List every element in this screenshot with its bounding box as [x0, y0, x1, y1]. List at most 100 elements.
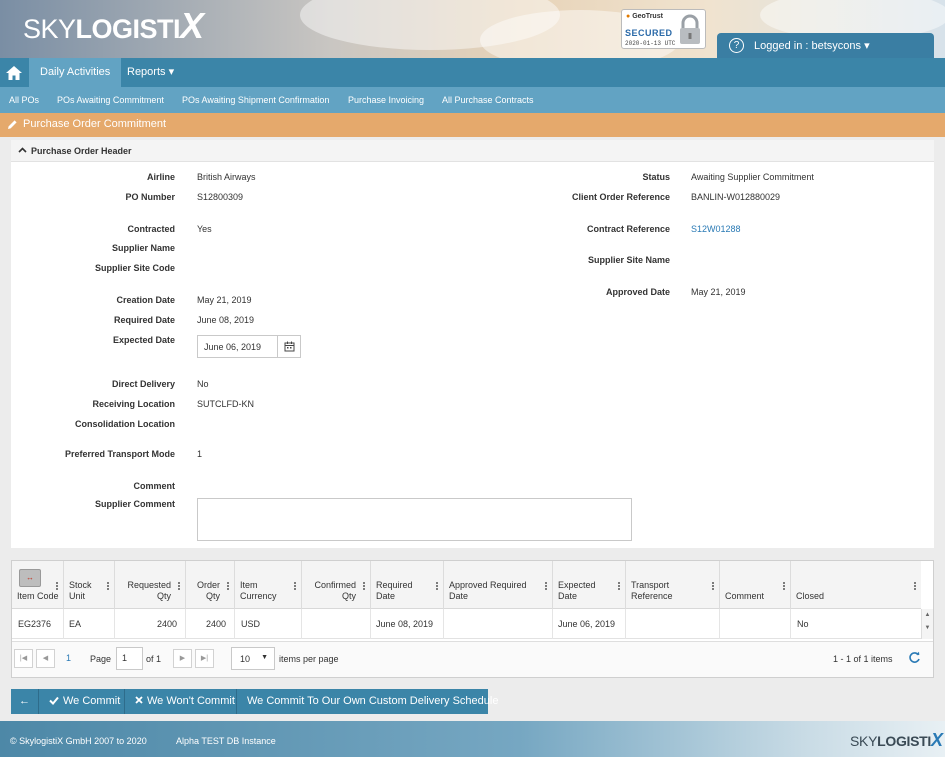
top-banner: SKYLOGISTIX ● GeoTrust SECURED 2020-01-1…: [0, 0, 945, 58]
last-page-button[interactable]: ▶|: [195, 649, 214, 668]
column-menu-icon[interactable]: [436, 581, 438, 591]
help-icon[interactable]: ?: [729, 38, 744, 53]
po-header-panel: Purchase Order Header Airline British Ai…: [11, 140, 934, 548]
environment-label: Alpha TEST DB Instance: [176, 736, 276, 746]
page-title: Purchase Order Commitment: [23, 118, 167, 130]
close-icon: [135, 696, 143, 704]
we-wont-commit-button[interactable]: We Won't Commit: [125, 689, 237, 714]
contract-ref-label: Contract Reference: [586, 224, 670, 234]
pager-summary: 1 - 1 of 1 items: [833, 654, 893, 664]
column-menu-icon[interactable]: [545, 581, 547, 591]
user-menu[interactable]: ? Logged in : betsycons ▾: [717, 33, 934, 58]
column-header-expected-date[interactable]: Expected Date: [553, 561, 626, 609]
direct-delivery-value: No: [197, 379, 209, 389]
prev-page-button[interactable]: ◀: [36, 649, 55, 668]
column-header-required-date[interactable]: Required Date: [371, 561, 444, 609]
page-size-select[interactable]: 10 ▼: [231, 647, 275, 670]
approved-date-value: May 21, 2019: [691, 287, 746, 297]
home-icon: [6, 65, 22, 80]
supplier-site-code-label: Supplier Site Code: [94, 263, 175, 273]
column-header-order-qty[interactable]: Order Qty: [186, 561, 235, 609]
sub-nav: All POs POs Awaiting Commitment POs Awai…: [0, 87, 945, 113]
expected-date-input[interactable]: June 06, 2019: [197, 335, 301, 358]
approved-date-label: Approved Date: [605, 287, 670, 297]
column-menu-icon[interactable]: [107, 581, 109, 591]
nav-daily-activities[interactable]: Daily Activities: [29, 58, 122, 87]
column-header-closed[interactable]: Closed: [791, 561, 921, 609]
grid-header: ↔ Item Code Stock Unit Requested Qty Ord…: [12, 561, 921, 609]
copyright-text: © SkylogistiX GmbH 2007 to 2020: [10, 736, 147, 746]
expected-date-value[interactable]: June 06, 2019: [204, 342, 261, 352]
grid-scrollbar[interactable]: ▲ ▼: [921, 609, 933, 639]
transport-mode-value: 1: [197, 449, 203, 459]
subnav-all-pos[interactable]: All POs: [9, 87, 39, 113]
column-menu-icon[interactable]: [56, 581, 58, 591]
next-page-button[interactable]: ▶: [173, 649, 192, 668]
cell-closed: No: [797, 619, 809, 629]
subnav-pos-awaiting-commitment[interactable]: POs Awaiting Commitment: [57, 87, 164, 113]
items-per-page-label: items per page: [279, 654, 339, 664]
security-seal[interactable]: ● GeoTrust SECURED 2020-01-13 UTC: [621, 9, 706, 49]
client-order-ref-label: Client Order Reference: [571, 192, 670, 202]
section-header: Purchase Order Commitment: [0, 113, 945, 137]
grid-pager: |◀ ◀ 1 Page 1 of 1 ▶ ▶| 10 ▼ items per p…: [12, 641, 933, 677]
cell-requested-qty: 2400: [156, 619, 177, 629]
receiving-location-label: Receiving Location: [92, 399, 175, 409]
expand-columns-button[interactable]: ↔: [19, 569, 41, 587]
subnav-pos-awaiting-shipment[interactable]: POs Awaiting Shipment Confirmation: [182, 87, 329, 113]
column-header-requested-qty[interactable]: Requested Qty: [115, 561, 186, 609]
we-commit-button[interactable]: We Commit: [39, 689, 125, 714]
expected-date-label: Expected Date: [112, 335, 175, 345]
first-page-button[interactable]: |◀: [14, 649, 33, 668]
logged-in-label[interactable]: Logged in : betsycons ▾: [754, 39, 870, 52]
nav-reports[interactable]: Reports ▾: [116, 58, 185, 87]
subnav-all-purchase-contracts[interactable]: All Purchase Contracts: [442, 87, 534, 113]
column-menu-icon[interactable]: [227, 581, 229, 591]
column-header-confirmed-qty[interactable]: Confirmed Qty: [302, 561, 371, 609]
back-button[interactable]: ←: [11, 689, 39, 714]
custom-schedule-button[interactable]: We Commit To Our Own Custom Delivery Sch…: [237, 689, 498, 714]
column-header-transport-reference[interactable]: Transport Reference: [626, 561, 720, 609]
page-of-label: of 1: [146, 654, 162, 664]
column-menu-icon[interactable]: [294, 581, 296, 591]
transport-mode-label: Preferred Transport Mode: [64, 449, 175, 459]
column-menu-icon[interactable]: [914, 581, 916, 591]
column-menu-icon[interactable]: [178, 581, 180, 591]
column-menu-icon[interactable]: [712, 581, 714, 591]
page-input[interactable]: 1: [116, 647, 143, 670]
app-logo[interactable]: SKYLOGISTIX: [23, 8, 204, 45]
cell-order-qty: 2400: [205, 619, 226, 629]
client-order-ref-value: BANLIN-W012880029: [691, 192, 781, 202]
table-row[interactable]: EG2376 EA 2400 2400 USD June 08, 2019 Ju…: [12, 609, 921, 639]
panel-header[interactable]: Purchase Order Header: [11, 140, 934, 162]
current-page-number[interactable]: 1: [66, 653, 71, 663]
contract-ref-link[interactable]: S12W01288: [691, 224, 741, 234]
status-value: Awaiting Supplier Commitment: [691, 172, 814, 182]
column-menu-icon[interactable]: [363, 581, 365, 591]
home-button[interactable]: [0, 58, 28, 87]
po-number-label: PO Number: [125, 192, 175, 202]
pencil-icon: [8, 120, 17, 129]
scroll-up-icon[interactable]: ▲: [922, 609, 933, 622]
lock-icon: [680, 14, 700, 44]
subnav-purchase-invoicing[interactable]: Purchase Invoicing: [348, 87, 424, 113]
chevron-up-icon[interactable]: [18, 146, 27, 154]
column-header-approved-required-date[interactable]: Approved Required Date: [444, 561, 553, 609]
cell-item-code: EG2376: [18, 619, 52, 629]
scroll-down-icon[interactable]: ▼: [922, 622, 933, 635]
cell-required-date: June 08, 2019: [376, 619, 434, 629]
supplier-site-name-label: Supplier Site Name: [587, 255, 670, 265]
supplier-comment-label: Supplier Comment: [94, 499, 175, 509]
column-menu-icon[interactable]: [783, 581, 785, 591]
column-header-item-currency[interactable]: Item Currency: [235, 561, 302, 609]
main-nav: Daily Activities Reports ▾: [0, 58, 945, 87]
cell-item-currency: USD: [241, 619, 261, 629]
column-header-stock-unit[interactable]: Stock Unit: [64, 561, 115, 609]
supplier-comment-textarea[interactable]: [197, 498, 632, 541]
refresh-icon[interactable]: [908, 651, 921, 664]
column-header-item-code[interactable]: ↔ Item Code: [12, 561, 64, 609]
column-header-comment[interactable]: Comment: [720, 561, 791, 609]
contracted-value: Yes: [197, 224, 212, 234]
column-menu-icon[interactable]: [618, 581, 620, 591]
calendar-button[interactable]: [277, 336, 300, 357]
